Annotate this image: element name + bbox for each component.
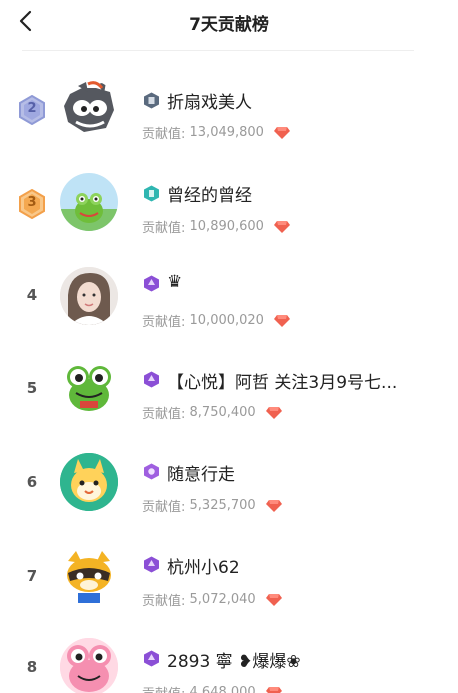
wolf-avatar-icon bbox=[64, 81, 114, 132]
list-item[interactable]: 8 2893 寧 ❥爆爆❀ 贡献值: 4,648,000 bbox=[0, 620, 458, 693]
contribution-value: 贡献值: 13,049,800 bbox=[142, 123, 291, 142]
rank-number: 2 bbox=[27, 101, 37, 116]
rank-number: 6 bbox=[26, 473, 38, 491]
gem-icon bbox=[274, 126, 291, 139]
contrib-label: 贡献值: bbox=[142, 500, 190, 515]
rank-number: 7 bbox=[26, 567, 38, 585]
avatar[interactable] bbox=[60, 547, 118, 605]
level-badge bbox=[143, 92, 160, 109]
list-item[interactable]: 5 【心悦】阿哲 关注3月9号七... 贡献值: 8,750,400 bbox=[0, 342, 458, 434]
level-badge bbox=[143, 185, 160, 202]
ranking-page: 7天贡献榜 2 折扇戏美人 贡献值: 13,049,800 3 曾经的曾经 贡献… bbox=[0, 0, 458, 693]
nickname: ♛ bbox=[167, 272, 183, 292]
gem-icon bbox=[265, 593, 282, 606]
nickname: 随意行走 bbox=[167, 465, 235, 485]
contrib-label: 贡献值: bbox=[142, 687, 190, 693]
frog-avatar-icon bbox=[60, 193, 118, 231]
contribution-value: 贡献值: 5,072,040 bbox=[142, 590, 282, 609]
list-item[interactable]: 6 随意行走 贡献值: 5,325,700 bbox=[0, 435, 458, 527]
level-badge bbox=[143, 463, 160, 480]
portrait-avatar-icon bbox=[60, 267, 118, 325]
contrib-label: 贡献值: bbox=[142, 127, 190, 142]
shield-icon bbox=[144, 650, 159, 667]
contribution-value: 贡献值: 4,648,000 bbox=[142, 683, 282, 693]
nickname: 杭州小62 bbox=[167, 558, 240, 578]
pink-frog-avatar-icon bbox=[60, 638, 118, 693]
nickname: 折扇戏美人 bbox=[167, 93, 252, 113]
shield-icon bbox=[144, 92, 159, 109]
list-item[interactable]: 2 折扇戏美人 贡献值: 13,049,800 bbox=[0, 62, 458, 154]
contrib-number: 4,648,000 bbox=[189, 685, 256, 693]
page-title: 7天贡献榜 bbox=[189, 15, 269, 35]
avatar[interactable] bbox=[60, 173, 118, 231]
contribution-value: 贡献值: 5,325,700 bbox=[142, 496, 282, 515]
contrib-number: 10,000,020 bbox=[189, 313, 264, 328]
gem-icon bbox=[274, 314, 291, 327]
frog-cartoon-avatar-icon bbox=[67, 366, 111, 411]
rank-badge: 2 bbox=[18, 95, 46, 125]
contrib-number: 5,072,040 bbox=[189, 592, 256, 607]
gem-icon bbox=[265, 406, 282, 419]
shield-icon bbox=[144, 185, 159, 202]
shield-icon bbox=[144, 556, 159, 573]
level-badge bbox=[143, 275, 160, 292]
contrib-label: 贡献值: bbox=[142, 315, 190, 330]
shield-icon bbox=[144, 275, 159, 292]
level-badge bbox=[143, 371, 160, 388]
cartoon-cat-avatar-icon bbox=[60, 453, 118, 511]
avatar[interactable] bbox=[60, 359, 118, 417]
list-item[interactable]: 4 ♛ 贡献值: 10,000,020 bbox=[0, 250, 458, 342]
gem-icon bbox=[274, 220, 291, 233]
avatar[interactable] bbox=[60, 267, 118, 325]
list-item[interactable]: 3 曾经的曾经 贡献值: 10,890,600 bbox=[0, 156, 458, 248]
contrib-number: 5,325,700 bbox=[189, 498, 256, 513]
rank-number: 5 bbox=[26, 379, 38, 397]
level-badge bbox=[143, 650, 160, 667]
gem-icon bbox=[265, 686, 282, 693]
header-divider bbox=[22, 50, 414, 51]
contrib-label: 贡献值: bbox=[142, 594, 190, 609]
contrib-number: 13,049,800 bbox=[189, 125, 264, 140]
header-bar: 7天贡献榜 bbox=[0, 0, 458, 44]
nickname: 曾经的曾经 bbox=[167, 186, 252, 206]
contrib-label: 贡献值: bbox=[142, 221, 190, 236]
contrib-number: 10,890,600 bbox=[189, 219, 264, 234]
shield-icon bbox=[144, 463, 159, 480]
shield-icon bbox=[144, 371, 159, 388]
contribution-value: 贡献值: 8,750,400 bbox=[142, 403, 282, 422]
nickname: 2893 寧 ❥爆爆❀ bbox=[167, 652, 301, 672]
avatar[interactable] bbox=[60, 453, 118, 511]
nickname: 【心悦】阿哲 关注3月9号七... bbox=[167, 373, 398, 393]
list-item[interactable]: 7 杭州小62 贡献值: 5,072,040 bbox=[0, 530, 458, 622]
contrib-number: 8,750,400 bbox=[189, 405, 256, 420]
gem-icon bbox=[265, 499, 282, 512]
avatar[interactable] bbox=[60, 638, 118, 693]
contribution-value: 贡献值: 10,000,020 bbox=[142, 311, 291, 330]
rank-number: 8 bbox=[26, 658, 38, 676]
contribution-value: 贡献值: 10,890,600 bbox=[142, 217, 291, 236]
rank-badge: 3 bbox=[18, 189, 46, 219]
avatar[interactable] bbox=[60, 80, 118, 138]
contrib-label: 贡献值: bbox=[142, 407, 190, 422]
level-badge bbox=[143, 556, 160, 573]
rank-number: 4 bbox=[26, 286, 38, 304]
rank-number: 3 bbox=[27, 195, 37, 210]
raccoon-avatar-icon bbox=[67, 551, 111, 603]
